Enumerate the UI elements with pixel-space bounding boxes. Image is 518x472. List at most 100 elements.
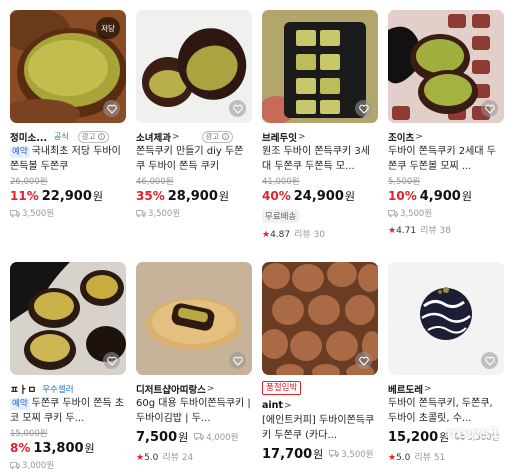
currency-unit: 원 (178, 431, 189, 444)
heart-icon[interactable] (355, 352, 372, 369)
product-card[interactable]: 품절임박 aint > [에인트커피] 두바이쫀득쿠키 두쫀쿠 (카다... 1… (262, 262, 378, 463)
official-badge: 공식 (54, 131, 69, 141)
review-count[interactable]: 리뷰 24 (162, 453, 193, 463)
preorder-tag: 예약 (10, 146, 30, 158)
discount-rate: 40% (262, 189, 291, 203)
discount-rate: 35% (136, 189, 165, 203)
heart-icon[interactable] (103, 352, 120, 369)
store-name[interactable]: aint (262, 400, 283, 411)
heart-icon[interactable] (355, 100, 372, 117)
heart-icon[interactable] (229, 100, 246, 117)
store-row[interactable]: 디저트샵아띠랑스 > (136, 381, 252, 396)
product-title[interactable]: 예약 국내최초 저당 두바이 쫀득볼 두쫀쿠 (10, 145, 126, 174)
discount-rate: 10% (388, 189, 417, 203)
store-row[interactable]: aint > (262, 398, 378, 413)
ad-badge[interactable]: 광고 i (201, 130, 233, 143)
top-seller-badge: 우수셀러 (42, 384, 74, 395)
shipping-fee: 3,500원 (10, 207, 126, 219)
sale-price: 28,900 (167, 189, 218, 204)
chevron-right-icon: > (297, 131, 306, 142)
store-row[interactable]: 소녀제과 > 광고 i (136, 129, 252, 144)
ad-label: 광고 (81, 131, 96, 141)
rating-row: ★4.71 리뷰 38 (388, 223, 504, 236)
store-name[interactable]: 베르도레 (388, 382, 423, 396)
rating-row: ★4.87 리뷰 30 (262, 227, 378, 240)
review-count[interactable]: 리뷰 38 (420, 226, 451, 236)
review-count[interactable]: 리뷰 51 (414, 453, 445, 463)
store-name[interactable]: 소녀제과 (136, 130, 171, 144)
original-price: 26,000원 (10, 177, 48, 187)
product-image[interactable] (10, 262, 126, 375)
product-card[interactable]: ㅍㅏㅁ 우수셀러 예약 두쫀쿠 두바이 쫀득 초코 모찌 쿠키 두... 15,0… (10, 262, 126, 471)
heart-icon[interactable] (229, 352, 246, 369)
product-title[interactable]: 두바이 쫀득쿠키, 두쫀쿠, 두바이 초콜릿, 수... (388, 397, 504, 426)
rating-row: ★5.0 리뷰 24 (136, 450, 252, 463)
product-title[interactable]: 원조 두바이 쫀득쿠키 3세대 두쫀쿠 두쫀득 모... (262, 145, 378, 174)
currency-unit: 원 (218, 190, 230, 203)
shipping-fee-text: 3,500원 (400, 209, 433, 219)
shipping-fee: 3,500원 (329, 448, 373, 460)
shipping-fee-text: 4,000원 (206, 432, 239, 443)
product-card[interactable]: 저당 정미소... 공식 광고 i 예약 국내최초 저당 두바이 쫀득볼 두쫀쿠 … (10, 10, 126, 219)
star-icon: ★ (136, 453, 145, 463)
product-title[interactable]: 쫀득쿠키 만들기 diy 두쫀쿠 두바이 쫀득 쿠키 (136, 145, 252, 174)
badge-low-sugar: 저당 (96, 17, 120, 39)
shipping-fee: 3,500원 (136, 207, 252, 219)
currency-unit: 원 (313, 448, 324, 461)
star-icon: ★ (262, 230, 271, 240)
product-title[interactable]: [에인트커피] 두바이쫀득쿠키 두쫀쿠 (카다... (262, 414, 378, 443)
heart-icon[interactable] (481, 352, 498, 369)
original-price: 15,000원 (10, 429, 48, 439)
product-card[interactable]: 디저트샵아띠랑스 > 60g 대용 두바이쫀득쿠키 | 두바이김밥 | 두...… (136, 262, 252, 463)
truck-icon (329, 450, 340, 458)
truck-icon (194, 433, 205, 441)
heart-icon[interactable] (103, 100, 120, 117)
price-row: 7,500 원 4,000원 (136, 429, 252, 446)
product-card[interactable]: 브레두잇 > 원조 두바이 쫀득쿠키 3세대 두쫀쿠 두쫀득 모... 41,0… (262, 10, 378, 240)
chevron-right-icon: > (415, 131, 423, 142)
star-icon: ★ (388, 453, 397, 463)
store-row[interactable]: 베르도레 > (388, 381, 504, 396)
ad-badge[interactable]: 광고 i (77, 130, 109, 143)
store-name[interactable]: ㅍㅏㅁ (10, 382, 36, 396)
store-name[interactable]: 브레두잇 (262, 130, 297, 144)
product-image[interactable]: 저당 (10, 10, 126, 123)
store-name[interactable]: 정미소... (10, 130, 47, 144)
store-name[interactable]: 디저트샵아띠랑스 (136, 382, 206, 396)
shipping-fee-text: 3,500원 (341, 449, 374, 460)
store-row[interactable]: ㅍㅏㅁ 우수셀러 (10, 381, 126, 396)
shipping-fee: 3,000원 (10, 459, 126, 471)
product-image[interactable] (262, 262, 378, 375)
product-image[interactable] (136, 10, 252, 123)
product-title[interactable]: 60g 대용 두바이쫀득쿠키 | 두바이김밥 | 두... (136, 397, 252, 426)
chevron-right-icon: > (206, 383, 215, 394)
product-card[interactable]: 소녀제과 > 광고 i 쫀득쿠키 만들기 diy 두쫀쿠 두바이 쫀득 쿠키 4… (136, 10, 252, 219)
product-card[interactable]: 조이츠 > 두바이 쫀득쿠키 2세대 두쫀쿠 두쫀볼 모찌 ... 5,500원… (388, 10, 504, 236)
store-name[interactable]: 조이츠 (388, 130, 414, 144)
product-image[interactable] (388, 10, 504, 123)
store-row[interactable]: 브레두잇 > (262, 129, 378, 144)
sale-price: 4,900 (419, 189, 461, 204)
original-price: 41,000원 (262, 177, 300, 187)
product-image[interactable] (262, 10, 378, 123)
product-image[interactable] (388, 262, 504, 375)
store-row[interactable]: 정미소... 공식 광고 i (10, 129, 126, 144)
info-icon: i (221, 133, 229, 140)
currency-unit: 원 (344, 190, 356, 203)
product-title[interactable]: 예약 두쫀쿠 두바이 쫀득 초코 모찌 쿠키 두... (10, 397, 126, 426)
price-row: 10% 4,900 원 (388, 188, 504, 205)
product-image[interactable] (136, 262, 252, 375)
rating-value: 5.0 (144, 453, 159, 463)
truck-icon (388, 209, 398, 217)
heart-icon[interactable] (481, 100, 498, 117)
shipping-fee: 3,500원 (388, 207, 504, 219)
review-count[interactable]: 리뷰 30 (294, 230, 325, 240)
sale-price: 13,800 (33, 441, 84, 456)
store-row[interactable]: 조이츠 > (388, 129, 504, 144)
sale-price: 17,700 (262, 447, 313, 462)
discount-rate: 8% (10, 441, 31, 455)
product-title[interactable]: 두바이 쫀득쿠키 2세대 두쫀쿠 두쫀볼 모찌 ... (388, 145, 504, 174)
discount-rate: 11% (10, 189, 39, 203)
preorder-tag: 예약 (10, 398, 30, 410)
chevron-right-icon: > (171, 131, 180, 142)
